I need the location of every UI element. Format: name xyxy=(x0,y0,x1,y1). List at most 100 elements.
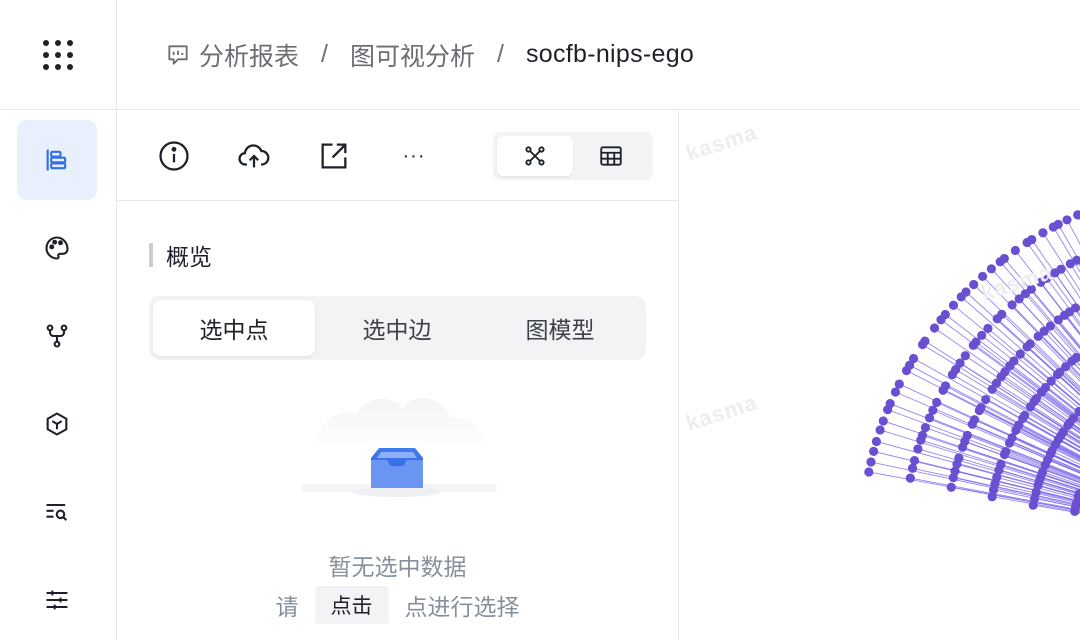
breadcrumb-item-reports[interactable]: 分析报表 xyxy=(165,37,299,73)
graph-node[interactable] xyxy=(1038,228,1048,238)
graph-node[interactable] xyxy=(1007,300,1017,310)
graph-node[interactable] xyxy=(932,397,942,407)
layout-list-icon xyxy=(46,149,67,171)
graph-node[interactable] xyxy=(946,482,956,492)
empty-inbox-illustration xyxy=(301,398,497,497)
graph-node[interactable] xyxy=(977,330,987,340)
sidebar xyxy=(0,110,117,640)
info-button[interactable] xyxy=(154,136,194,176)
breadcrumb-current: socfb-nips-ego xyxy=(525,40,695,68)
tab-selected-edges[interactable]: 选中边 xyxy=(316,300,478,356)
table-view-button[interactable] xyxy=(573,136,649,176)
graph-canvas[interactable]: kasma kasma kasma xyxy=(680,110,1080,640)
overview-title: 概览 xyxy=(166,244,212,270)
cube-icon xyxy=(46,412,68,436)
graph-node[interactable] xyxy=(908,353,919,364)
tab-graph-model[interactable]: 图模型 xyxy=(479,300,641,356)
graph-node[interactable] xyxy=(1015,349,1025,359)
sidebar-item-model[interactable] xyxy=(17,384,97,464)
graph-node[interactable] xyxy=(920,422,931,433)
graph-node[interactable] xyxy=(1062,215,1072,225)
graph-node[interactable] xyxy=(878,416,888,426)
graph-node[interactable] xyxy=(890,387,901,397)
graph-node[interactable] xyxy=(969,415,980,425)
tab-selected-nodes[interactable]: 选中点 xyxy=(153,300,315,356)
graph-node[interactable] xyxy=(864,467,874,477)
graph-node[interactable] xyxy=(940,381,951,391)
graph-node[interactable] xyxy=(981,394,991,405)
graph-node[interactable] xyxy=(1001,446,1011,457)
graph-node[interactable] xyxy=(1010,245,1020,256)
graph-node[interactable] xyxy=(907,463,918,473)
more-icon: ··· xyxy=(402,144,426,167)
sidebar-item-style[interactable] xyxy=(17,208,97,288)
list-search-icon xyxy=(46,503,68,521)
graph-edge xyxy=(951,486,1080,512)
graph-node[interactable] xyxy=(909,455,920,466)
graph-node[interactable] xyxy=(1070,303,1080,313)
breadcrumb-separator: / xyxy=(321,40,328,68)
palette-icon xyxy=(45,236,69,260)
graph-node[interactable] xyxy=(1009,356,1019,366)
graph-node[interactable] xyxy=(917,430,928,440)
overview-panel: ··· 概览 选中点 选中边 图模型 暂无选中数据 请 点击 点进行选择 xyxy=(117,110,679,640)
table-view-icon xyxy=(600,146,622,166)
graph-node[interactable] xyxy=(997,309,1007,319)
graph-node[interactable] xyxy=(996,459,1006,469)
graph-node[interactable] xyxy=(905,473,915,483)
graph-node[interactable] xyxy=(1027,234,1037,245)
graph-node[interactable] xyxy=(940,309,950,320)
heading-accent-bar xyxy=(149,243,153,267)
external-link-icon xyxy=(321,143,347,169)
graph-node[interactable] xyxy=(954,453,964,463)
graph-network[interactable] xyxy=(680,110,1080,640)
sidebar-item-settings[interactable] xyxy=(17,560,97,640)
graph-node[interactable] xyxy=(1046,376,1056,386)
graph-node[interactable] xyxy=(894,379,904,389)
breadcrumb-item-graph-analysis[interactable]: 图可视分析 xyxy=(350,37,475,73)
graph-node[interactable] xyxy=(1045,321,1055,331)
hint-click-key: 点击 xyxy=(314,586,389,624)
toolbar: ··· xyxy=(117,110,678,201)
breadcrumb-separator: / xyxy=(496,40,504,68)
upload-cloud-icon xyxy=(238,144,270,168)
overview-heading: 概览 xyxy=(149,240,212,270)
sidebar-item-query[interactable] xyxy=(17,472,97,552)
comment-chart-icon xyxy=(168,44,188,65)
view-switch xyxy=(493,132,653,180)
graph-node[interactable] xyxy=(869,446,879,457)
graph-node[interactable] xyxy=(871,436,882,447)
graph-node[interactable] xyxy=(866,457,876,467)
graph-node[interactable] xyxy=(961,287,971,297)
empty-state-title: 暂无选中数据 xyxy=(328,554,467,580)
graph-node[interactable] xyxy=(983,323,993,334)
graph-view-button[interactable] xyxy=(497,136,573,176)
info-icon xyxy=(159,141,189,171)
graph-node[interactable] xyxy=(1056,264,1066,274)
graph-node[interactable] xyxy=(920,336,930,346)
graph-node[interactable] xyxy=(913,444,923,454)
graph-node[interactable] xyxy=(976,403,986,413)
graph-node[interactable] xyxy=(929,323,940,333)
graph-node[interactable] xyxy=(1020,410,1030,420)
export-button[interactable] xyxy=(314,136,354,176)
graph-node[interactable] xyxy=(885,399,895,409)
graph-node[interactable] xyxy=(1053,219,1063,229)
upload-button[interactable] xyxy=(234,136,274,176)
hint-suffix: 点进行选择 xyxy=(404,594,520,620)
graph-node[interactable] xyxy=(1073,210,1080,220)
sidebar-item-branch[interactable] xyxy=(17,296,97,376)
more-button[interactable]: ··· xyxy=(394,136,434,176)
sidebar-item-layout[interactable] xyxy=(17,120,97,200)
graph-node[interactable] xyxy=(986,264,996,274)
graph-node[interactable] xyxy=(875,425,885,435)
app-menu-button[interactable] xyxy=(0,0,117,110)
graph-node[interactable] xyxy=(999,253,1009,264)
branch-icon xyxy=(46,324,68,348)
graph-view-icon xyxy=(525,146,545,166)
graph-node[interactable] xyxy=(928,405,938,415)
graph-node[interactable] xyxy=(1025,339,1035,349)
graph-node[interactable] xyxy=(948,300,959,310)
graph-node[interactable] xyxy=(960,351,970,361)
graph-node[interactable] xyxy=(962,430,972,440)
